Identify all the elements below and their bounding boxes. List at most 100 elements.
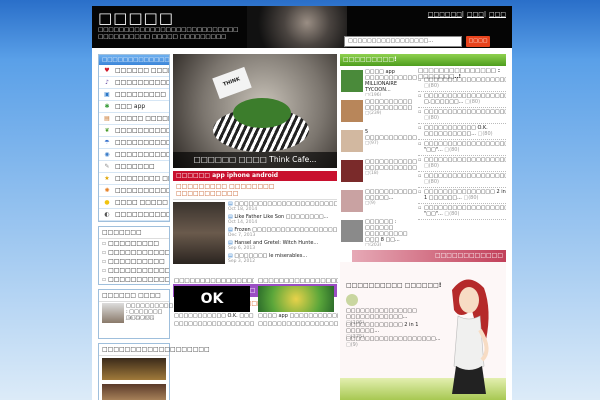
featured-caption[interactable]: □□□□□□ □□□□ Think Cafe...: [173, 152, 337, 168]
tag-link[interactable]: □□□□□□□□□□□□□□□: [99, 248, 169, 257]
sidebar-item[interactable]: ☂ □□□□□□□□□□□: [99, 137, 169, 149]
tag-link[interactable]: □□□□□□□□□□□□□□□: [99, 266, 169, 275]
sidebar-item[interactable]: ★ □□□□□□□□ □□: [99, 173, 169, 185]
popular-thumb[interactable]: [341, 100, 363, 122]
news-items: ▤ □□□□□□□□□□□□□□□□□□□□□□□□□...Oct 18, 20…: [228, 201, 337, 266]
recent-item-count: □(80): [463, 195, 479, 201]
sidebar-item[interactable]: ● □□□□ □□□□□: [99, 197, 169, 209]
top-link[interactable]: □□□: [489, 11, 506, 18]
popular-thumb[interactable]: [341, 160, 363, 182]
bottom-right-row[interactable]: □□□□□□□□□□□□□□□□□□□□...: [258, 320, 338, 328]
recent-item[interactable]: □□□□□□□□□□□ O.K. □□□□□□□□□□... □(80): [418, 124, 506, 140]
popular-item-title[interactable]: □□□□ app □□□□□□□□□□□ MILLIONAIRE TYCOON.…: [365, 69, 417, 93]
ok-logo-image[interactable]: OK: [174, 286, 250, 312]
left-news-thumb[interactable]: [102, 303, 124, 323]
sidebar-item[interactable]: ❦ □□□□□□□□□□□: [99, 125, 169, 137]
popular-item[interactable]: □□□□□□ : □□□□□□ □□□□□□□□□ □□□ 8 □□... □(2…: [340, 218, 416, 247]
sun-icon: ✺: [104, 187, 110, 194]
promo-item-text[interactable]: □□□□□□□□□□□□□□□□□□□...: [346, 336, 441, 342]
sidebar-item[interactable]: ◐ □□□□□□□□□□: [99, 209, 169, 221]
recent-item-count: □(80): [424, 163, 439, 169]
sidebar-item[interactable]: ✺ □□□□□□□□□□□: [99, 185, 169, 197]
site-logo[interactable]: □□□□□: [98, 9, 174, 27]
sidebar-item[interactable]: ♥ □□□□□□ □□□□: [99, 65, 169, 77]
popular-item-text[interactable]: 5 □□□□□□□□□□□□□□□□□□□□□□□□□□□...□(97): [365, 129, 417, 156]
bottom-left-row[interactable]: □□□□□□□□□□□ O.K. □□□□□□□□□□...: [174, 312, 254, 320]
sidebar-item[interactable]: ▤ □□□□□ □□□□□□□: [99, 113, 169, 125]
cartoon-woman-illustration: [452, 279, 489, 394]
popular-thumb[interactable]: [341, 130, 363, 152]
tag-link[interactable]: □□□□□□□□□□□□□: [99, 275, 169, 284]
category-list: ♥ □□□□□□ □□□□ ♪ □□□□□□□□□□ ▣ □□□□□□□□□ ✱ □□□ ap…: [99, 65, 169, 221]
sidebar-item[interactable]: ▣ □□□□□□□□□: [99, 89, 169, 101]
sidebar-item-label: □□□□□□□: [115, 163, 155, 170]
popular-item-text[interactable]: □□□□□□□□□□□□□□□ □□□□□...□(9): [365, 189, 417, 216]
category-bar[interactable]: □□□□□□ app iphone android: [173, 171, 337, 181]
featured-flag-image: THINK: [212, 66, 252, 100]
promo-thumb[interactable]: [346, 294, 358, 306]
popular-thumb[interactable]: [341, 70, 363, 92]
popular-item[interactable]: □□□□□□□□□□ □□□□□□□□□□ □(239): [340, 98, 416, 127]
recent-item[interactable]: □□□□□□□□□□□□□□□□□□□□□□□□□□□□□□ □(80): [418, 172, 506, 188]
popular-item[interactable]: 5 □□□□□□□□□□□□□□□□□□□□□□□□□□□...□(97): [340, 128, 417, 157]
popular-item-title[interactable]: □□□□□□□□□□□□□□ □□□□□□□□□□□□□...: [365, 159, 417, 171]
recent-item[interactable]: □□□□□□□□□□□□□□□□□□□□□□□□□□□□□□ □(80): [418, 156, 506, 172]
promo-item-text[interactable]: □□□□□□□□□□□□ 2 in 1 □□□□□□...: [346, 322, 418, 334]
recent-item-text[interactable]: □□□□□□□□□□□□□□□□□□□□□□□ "□□"...: [424, 141, 506, 153]
featured-slider[interactable]: THINK □□□□□□ □□□□ Think Cafe...: [173, 54, 337, 168]
game-board-image[interactable]: [258, 286, 334, 312]
popular-item[interactable]: □□□□ app □□□□□□□□□□□ MILLIONAIRE TYCOON.…: [340, 68, 417, 97]
news-item-date: Sep 3, 2012: [228, 259, 256, 264]
star-icon: ★: [104, 175, 110, 182]
top-link[interactable]: □□□: [467, 11, 484, 18]
sidebar-item[interactable]: ◉ □□□□□□□□□□□: [99, 149, 169, 161]
sidebar-item[interactable]: ✎ □□□□□□□: [99, 161, 169, 173]
popular-item-count: □(239): [365, 111, 382, 116]
popular-item-title[interactable]: □□□□□□□□□□□□□□□ □□□□□...: [365, 189, 417, 201]
recent-item[interactable]: □□□□□□□□□□□□□□□□□□□ □.□□□□□□... □(80): [418, 92, 506, 108]
news-item[interactable]: ▤ Like Father Like Son □□□□□□□□... Oct 14…: [228, 214, 337, 227]
recent-item[interactable]: □□□□□□□□□□□□□□□□□□□□□□□□□ "□□"... □(80): [418, 204, 506, 220]
recent-item[interactable]: □□□□□□□□□□□□□□□ 2 in 1 □□□□□□... □(80): [418, 188, 506, 204]
left-column: □□□□□□□□□□□□□ ♥ □□□□□□ □□□□ ♪ □□□□□□□□□□ ▣ □□…: [98, 54, 210, 400]
news-item[interactable]: ▤ □□□□□□□ le miserables... Sep 3, 2012: [228, 253, 337, 266]
popular-thumb[interactable]: [341, 190, 363, 212]
apps-icon: ✱: [104, 103, 110, 110]
popular-thumb[interactable]: [341, 220, 363, 242]
music-note-icon: ♪: [105, 79, 109, 86]
top-link[interactable]: □□□□□□: [428, 11, 462, 18]
popular-item-text[interactable]: □□□□ app □□□□□□□□□□□ MILLIONAIRE TYCOON.…: [365, 69, 417, 96]
tag-link[interactable]: □□□□□□□□□: [99, 239, 169, 248]
promo-item-text[interactable]: □□□□□□□□□□□□□□□ □□□□□□□□□□□□...: [346, 308, 417, 320]
bottom-right-row[interactable]: □□□□ app □□□□□□□□□□□ MILLIONAIRE TYCOON.…: [258, 312, 338, 320]
video-thumb[interactable]: [102, 358, 166, 380]
sidebar-item-label: □□□□□□□□□: [115, 91, 167, 98]
recent-item[interactable]: □□□□□□□□□□□□□□□□□□□□□□□□□□□□□□ □(80): [418, 76, 506, 92]
popular-item-text[interactable]: □□□□□□□□□□□□□□ □□□□□□□□□□□□□...□(18): [365, 159, 417, 186]
left-news-box: □□□□□□ □□□□ □□□□□□□□□□ : □□□□□□□ □□□□□□ …: [98, 289, 173, 339]
news-item[interactable]: ▤ □□□□□□□□□□□□□□□□□□□□□□□□□...Oct 18, 20…: [228, 201, 337, 214]
news-thumb[interactable]: [173, 202, 225, 264]
popular-item-title[interactable]: □□□□□□ : □□□□□□ □□□□□□□□□ □□□ 8 □□...: [365, 219, 408, 243]
popular-item-text[interactable]: □□□□□□□□□□ □□□□□□□□□□ □(239): [365, 99, 417, 126]
header-banner-image: [247, 6, 347, 48]
popular-item[interactable]: □□□□□□□□□□□□□□ □□□□□□□□□□□□□...□(18): [340, 158, 417, 187]
bottom-left-row[interactable]: □□□□□□□□□□□□□□□□□□□□□□...: [174, 320, 254, 328]
sidebar-item[interactable]: ✱ □□□ app: [99, 101, 169, 113]
news-item[interactable]: ▤ Frozen □□□□□□□□□□□□□□□□□□□... Dec 7, 20…: [228, 227, 337, 240]
search-button[interactable]: □□□□: [466, 36, 490, 47]
promo-item[interactable]: □□□□□□□□□□□□□□□□□□□... □(9): [346, 336, 441, 348]
search-input[interactable]: □□□□□□□□□□□□□□□□□...: [344, 36, 462, 47]
recent-item-text[interactable]: □□□□□□□□□□□□□□□□□□□□□□□□□ "□□"...: [424, 205, 506, 217]
popular-item-text[interactable]: □□□□□□ : □□□□□□ □□□□□□□□□ □□□ 8 □□... □(2…: [365, 219, 417, 246]
tag-link[interactable]: □□□□□□□□□□: [99, 257, 169, 266]
left-news-title: □□□□□□ □□□□: [99, 290, 169, 302]
recent-item[interactable]: □□□□□□□□□□□□□□□□□□□□□□□ "□□"... □(80): [418, 140, 506, 156]
popular-item-title[interactable]: □□□□□□□□□□ □□□□□□□□□□: [365, 99, 412, 111]
news-item[interactable]: ▤ Hansel and Gretel: Witch Hunte... Sep 6…: [228, 240, 337, 253]
video-thumb[interactable]: [102, 384, 166, 400]
sidebar-item[interactable]: ♪ □□□□□□□□□□: [99, 77, 169, 89]
popular-item-title[interactable]: 5 □□□□□□□□□□□□□□□□□□□□□□□□□□□...: [365, 129, 417, 141]
recent-item[interactable]: □□□□□□□□□□□□□□□□□□□□□□□□□□□□□□□ □(80): [418, 108, 506, 124]
popular-item[interactable]: □□□□□□□□□□□□□□□ □□□□□...□(9): [340, 188, 417, 217]
